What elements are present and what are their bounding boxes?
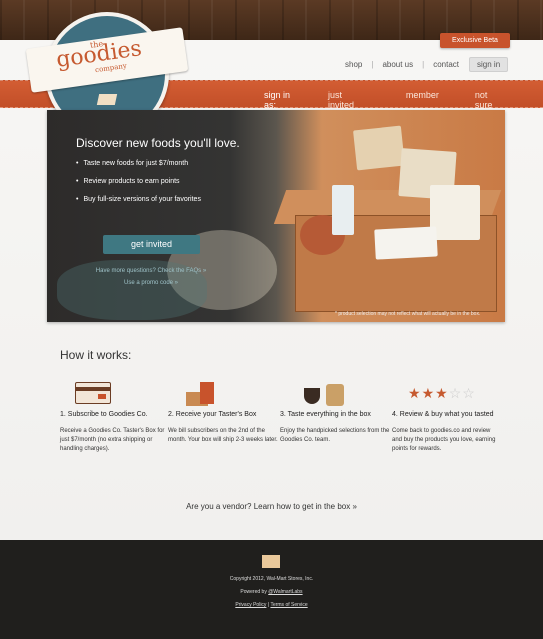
- hero-title: Discover new foods you'll love.: [76, 136, 240, 150]
- walmartlabs-link[interactable]: @WalmartLabs: [268, 589, 302, 595]
- top-nav: shop | about us | contact sign in: [345, 57, 509, 72]
- star-empty-icon: ☆: [462, 385, 476, 401]
- logo-box-icon: [96, 94, 118, 105]
- vendor-callout: Are you a vendor? Learn how to get in th…: [0, 502, 543, 511]
- signin-option-member[interactable]: member: [406, 90, 439, 110]
- privacy-policy-link[interactable]: Privacy Policy: [235, 602, 266, 608]
- nav-shop-link[interactable]: shop: [345, 60, 362, 69]
- how-it-works-title: How it works:: [60, 348, 132, 362]
- signin-option-just-invited[interactable]: just invited: [328, 90, 370, 110]
- tasters-box-icon: [186, 382, 216, 406]
- step-1-description: Receive a Goodies Co. Taster's Box for j…: [60, 428, 165, 452]
- product-box-image: [353, 125, 405, 171]
- promo-code-link[interactable]: Use a promo code »: [124, 280, 178, 286]
- footer-powered: Powered by @WalmartLabs: [0, 589, 543, 595]
- star-filled-icon: ★: [435, 385, 449, 401]
- product-box-image: [374, 226, 438, 260]
- step-3-description: Enjoy the handpicked selections from the…: [280, 428, 390, 443]
- exclusive-beta-badge: Exclusive Beta: [440, 33, 510, 48]
- vendor-link[interactable]: Learn how to get in the box »: [254, 502, 357, 511]
- step-4-description: Come back to goodies.co and review and b…: [392, 428, 496, 452]
- nav-contact-link[interactable]: contact: [433, 60, 459, 69]
- nav-separator: |: [422, 60, 425, 69]
- rating-stars-icon: ★★★☆☆: [408, 385, 476, 402]
- star-filled-icon: ★: [408, 385, 422, 401]
- hero-links: Have more questions? Check the FAQs » Us…: [90, 265, 212, 289]
- footer-box-logo-icon: [262, 555, 280, 568]
- credit-card-icon: [75, 382, 111, 404]
- product-box-image: [430, 185, 480, 240]
- step-3-title: 3. Taste everything in the box: [280, 411, 371, 418]
- vendor-question: Are you a vendor?: [186, 502, 252, 511]
- signin-option-not-sure[interactable]: not sure: [475, 90, 507, 110]
- product-bottle-image: [332, 185, 354, 235]
- hero-bullet: Taste new foods for just $7/month: [76, 160, 201, 167]
- hero-bullet: Buy full-size versions of your favorites: [76, 196, 201, 203]
- get-invited-button[interactable]: get invited: [103, 235, 200, 254]
- faq-link[interactable]: Have more questions? Check the FAQs »: [96, 268, 206, 274]
- hero-bullets: Taste new foods for just $7/month Review…: [76, 160, 201, 214]
- nav-separator: |: [371, 60, 374, 69]
- star-filled-icon: ★: [421, 385, 436, 401]
- hero-bullet: Review products to earn points: [76, 178, 201, 185]
- signin-as-nav: sign in as: just invited member not sure: [264, 90, 543, 110]
- terms-of-service-link[interactable]: Terms of Service: [270, 602, 307, 608]
- step-4-title: 4. Review & buy what you tasted: [392, 411, 494, 418]
- star-empty-icon: ☆: [448, 385, 463, 401]
- step-1-title: 1. Subscribe to Goodies Co.: [60, 411, 148, 418]
- signin-as-label: sign in as:: [264, 90, 291, 110]
- product-disclaimer: * product selection may not reflect what…: [335, 311, 481, 317]
- step-2-description: We bill subscribers on the 2nd of the mo…: [168, 428, 278, 443]
- step-2-title: 2. Receive your Taster's Box: [168, 411, 257, 418]
- nav-about-link[interactable]: about us: [382, 60, 413, 69]
- powered-by-label: Powered by: [240, 589, 267, 595]
- taste-food-icon: [304, 382, 348, 406]
- footer-copyright: Copyright 2012, Wal-Mart Stores, Inc.: [229, 576, 314, 582]
- sign-in-button[interactable]: sign in: [469, 57, 509, 72]
- footer-legal-links: Privacy Policy | Terms of Service: [235, 602, 308, 608]
